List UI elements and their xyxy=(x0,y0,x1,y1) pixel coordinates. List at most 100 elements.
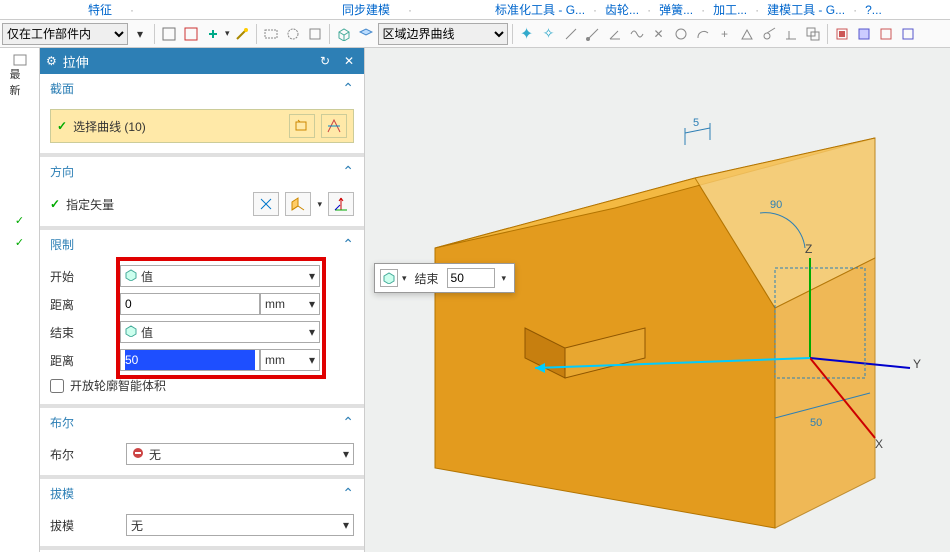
axis-icon[interactable] xyxy=(328,192,354,216)
snap-plus-icon[interactable]: ✦ xyxy=(517,24,537,44)
start-distance-unit[interactable]: mm▾ xyxy=(260,293,320,315)
view2-icon[interactable] xyxy=(854,24,874,44)
end-distance-label: 距离 xyxy=(50,352,120,369)
vector-label: 指定矢量 xyxy=(66,196,247,213)
intersect-icon[interactable]: ✕ xyxy=(649,24,669,44)
end-mode-select[interactable]: 值 ▾ xyxy=(120,321,320,343)
check1-icon: ✓ xyxy=(10,212,30,228)
snap-x-icon[interactable]: ✧ xyxy=(539,24,559,44)
chevron-down-icon[interactable]: ▾ xyxy=(499,273,510,284)
plus-icon[interactable]: + xyxy=(715,24,735,44)
section-limits-header[interactable]: 限制⌃ xyxy=(40,230,364,259)
tab-model[interactable]: 建模工具 - G... xyxy=(759,1,853,18)
tab-std[interactable]: 标准化工具 - G... xyxy=(487,1,593,18)
view1-icon[interactable] xyxy=(832,24,852,44)
close-icon[interactable]: ✕ xyxy=(340,52,358,70)
open-profile-row[interactable]: 开放轮廓智能体积 xyxy=(50,377,354,394)
chevron-down-icon: ▾ xyxy=(309,353,315,367)
panel-header: ⚙ 拉伸 ↻ ✕ xyxy=(40,48,364,74)
rect-dashed-icon[interactable] xyxy=(261,24,281,44)
section-draft: 拔模⌃ 拔模 无 ▾ xyxy=(40,479,364,550)
tab-feature[interactable]: 特征 xyxy=(80,1,120,18)
start-mode-select[interactable]: 值 ▾ xyxy=(120,265,320,287)
sketch-icon[interactable] xyxy=(289,114,315,138)
open-profile-label: 开放轮廓智能体积 xyxy=(70,377,166,394)
perp-icon[interactable] xyxy=(781,24,801,44)
tab-machine[interactable]: 加工... xyxy=(705,1,755,18)
viewport-3d[interactable]: 5 90 50 Z Y X ▾ 结束 ▾ xyxy=(365,48,950,552)
svg-text:Y: Y xyxy=(913,357,921,371)
chevron-up-icon: ⌃ xyxy=(342,236,354,253)
cube-icon[interactable] xyxy=(380,269,398,287)
latest-label: 最新 xyxy=(10,74,30,90)
tab-help[interactable]: ?... xyxy=(857,3,890,17)
end-distance-unit[interactable]: mm▾ xyxy=(260,349,320,371)
angle-icon[interactable] xyxy=(605,24,625,44)
wand-icon[interactable] xyxy=(232,24,252,44)
open-profile-checkbox[interactable] xyxy=(50,379,64,393)
tangent-icon[interactable] xyxy=(759,24,779,44)
vector-dialog-icon[interactable] xyxy=(285,192,311,216)
circle-dashed-icon[interactable] xyxy=(283,24,303,44)
section-direction-header[interactable]: 方向⌃ xyxy=(40,157,364,186)
none-icon xyxy=(131,446,145,463)
scope-select[interactable]: 仅在工作部件内 xyxy=(2,23,128,45)
boolean-label: 布尔 xyxy=(50,446,120,463)
wave-icon[interactable] xyxy=(627,24,647,44)
section-profile: 截面⌃ ✓ 选择曲线 (10) xyxy=(40,74,364,157)
gear-icon[interactable]: ⚙ xyxy=(46,54,57,68)
line-icon[interactable] xyxy=(561,24,581,44)
chevron-down-icon: ▾ xyxy=(309,325,315,339)
square-icon[interactable] xyxy=(305,24,325,44)
draft-select[interactable]: 无 ▾ xyxy=(126,514,354,536)
select-curve-row[interactable]: ✓ 选择曲线 (10) xyxy=(50,109,354,143)
top-menu-bar: 特征 · 同步建模 · 标准化工具 - G... · 齿轮... · 弹簧...… xyxy=(0,0,950,20)
view3-icon[interactable] xyxy=(876,24,896,44)
model-3d: 5 90 50 Z Y X xyxy=(365,48,950,552)
left-sidebar: 最新 ✓ ✓ xyxy=(0,48,40,552)
add-icon[interactable] xyxy=(203,24,223,44)
chevron-down-icon: ▾ xyxy=(343,518,349,532)
section-draft-header[interactable]: 拔模⌃ xyxy=(40,479,364,508)
start-distance-label: 距离 xyxy=(50,296,120,313)
chevron-up-icon: ⌃ xyxy=(342,485,354,502)
end-distance-input[interactable] xyxy=(120,349,260,371)
curve-rule-icon[interactable] xyxy=(321,114,347,138)
check2-icon: ✓ xyxy=(10,234,30,250)
cube-icon[interactable] xyxy=(334,24,354,44)
check-icon: ✓ xyxy=(57,119,67,133)
toolbar: 仅在工作部件内 ▾ ▾ 区域边界曲线 ✦ ✧ ✕ + xyxy=(0,20,950,48)
offset-icon[interactable] xyxy=(803,24,823,44)
svg-text:Z: Z xyxy=(805,242,812,256)
tab-sync[interactable]: 同步建模 xyxy=(334,1,398,18)
cube-icon xyxy=(125,269,137,284)
chevron-down-icon[interactable]: ▾ xyxy=(402,273,407,284)
chevron-down-icon: ▾ xyxy=(309,269,315,283)
tab-gear[interactable]: 齿轮... xyxy=(597,1,647,18)
end-label: 结束 xyxy=(50,324,120,341)
start-label: 开始 xyxy=(50,268,120,285)
window-icon[interactable] xyxy=(181,24,201,44)
triangle-icon[interactable] xyxy=(737,24,757,44)
endpoint-icon[interactable] xyxy=(583,24,603,44)
arc-icon[interactable] xyxy=(693,24,713,44)
reverse-icon[interactable] xyxy=(253,192,279,216)
panel-title: 拉伸 xyxy=(63,52,310,71)
circle-icon[interactable] xyxy=(671,24,691,44)
start-distance-input[interactable] xyxy=(120,293,260,315)
chevron-up-icon: ⌃ xyxy=(342,80,354,97)
curve-type-select[interactable]: 区域边界曲线 xyxy=(378,23,508,45)
chevron-down-icon: ▾ xyxy=(309,297,315,311)
extrude-panel: ⚙ 拉伸 ↻ ✕ 截面⌃ ✓ 选择曲线 (10) xyxy=(40,48,365,552)
popup-input[interactable] xyxy=(447,268,495,288)
face-icon[interactable] xyxy=(356,24,376,44)
view4-icon[interactable] xyxy=(898,24,918,44)
section-profile-header[interactable]: 截面⌃ xyxy=(40,74,364,103)
tab-spring[interactable]: 弹簧... xyxy=(651,1,701,18)
select-icon[interactable] xyxy=(159,24,179,44)
refresh-icon[interactable]: ↻ xyxy=(316,52,334,70)
section-boolean-header[interactable]: 布尔⌃ xyxy=(40,408,364,437)
dynamic-input-popup[interactable]: ▾ 结束 ▾ xyxy=(374,263,515,293)
boolean-select[interactable]: 无 ▾ xyxy=(126,443,354,465)
filter-icon[interactable]: ▾ xyxy=(130,24,150,44)
